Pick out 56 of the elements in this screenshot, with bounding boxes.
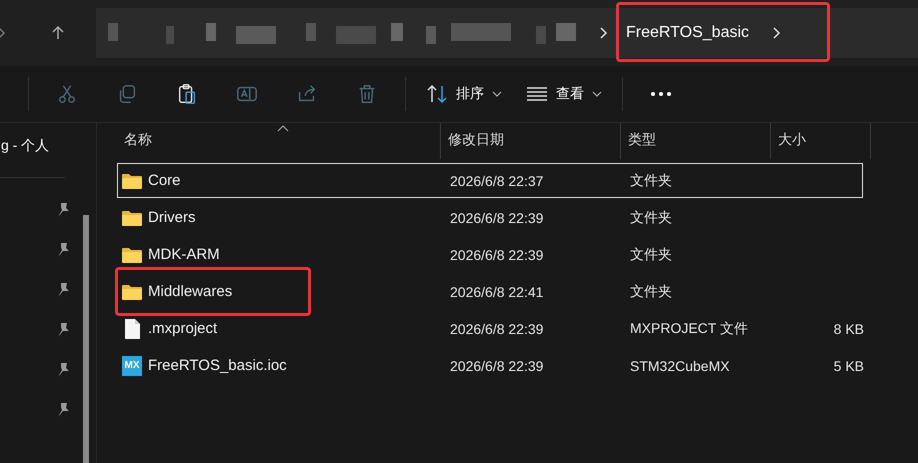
breadcrumb-item[interactable]: FreeRTOS_basic: [626, 24, 762, 42]
cubemx-icon: MX: [122, 356, 142, 376]
date-cell-text: 2026/6/8 22:39: [449, 358, 544, 374]
paste-icon: [176, 83, 198, 105]
date-cell-text: 2026/6/8 22:39: [449, 246, 544, 262]
pin-icon[interactable]: [56, 362, 70, 378]
file-name: MDK-ARM: [148, 246, 220, 263]
caret-icon: [592, 91, 602, 97]
file-name: FreeRTOS_basic.ioc: [148, 357, 287, 374]
file-row[interactable]: MDK-ARM 2026/6/8 22:39 文件夹: [117, 237, 863, 272]
column-header[interactable]: 类型: [621, 123, 771, 159]
sort-button[interactable]: 排序: [414, 74, 514, 114]
sort-caret-icon: [277, 125, 289, 132]
file-name: Middlewares: [148, 283, 232, 300]
pin-icon[interactable]: [56, 202, 70, 218]
date-cell-text: 2026/6/8 22:39: [449, 320, 544, 336]
pin-icon[interactable]: [56, 402, 70, 418]
column-header[interactable]: 修改日期: [441, 123, 621, 159]
folder-icon: [122, 210, 142, 226]
size-cell-text: 5 KB: [832, 358, 864, 374]
folder-icon: [122, 246, 142, 262]
file-row[interactable]: Core 2026/6/8 22:37 文件夹: [117, 163, 863, 198]
file-row[interactable]: Drivers 2026/6/8 22:39 文件夹: [117, 200, 863, 235]
cut-icon: [56, 83, 78, 105]
date-cell-text: 2026/6/8 22:37: [449, 172, 544, 188]
pin-icon[interactable]: [56, 242, 70, 258]
type-cell-text: 文件夹: [629, 208, 673, 226]
type-cell-text: 文件夹: [629, 246, 673, 264]
file-name: Core: [148, 172, 181, 189]
file-name: .mxproject: [148, 320, 218, 337]
folder-icon: [122, 284, 142, 300]
column-header[interactable]: 名称: [117, 123, 441, 159]
sidebar-item[interactable]: g - 个人: [1, 137, 50, 155]
type-cell-text: 文件夹: [629, 172, 673, 190]
file-icon: [122, 318, 142, 340]
caret-icon: [492, 91, 502, 97]
date-cell-text: 2026/6/8 22:39: [449, 210, 544, 226]
type-cell-text: MXPROJECT 文件: [629, 320, 749, 338]
file-row[interactable]: .mxproject 2026/6/8 22:39 MXPROJECT 文件 8 KB: [117, 311, 863, 346]
pin-icon[interactable]: [56, 282, 70, 298]
up-arrow-icon[interactable]: [50, 25, 66, 41]
column-header[interactable]: 大小: [771, 123, 871, 159]
type-cell-text: 文件夹: [629, 282, 673, 300]
folder-icon: [122, 172, 142, 188]
pin-icon[interactable]: [56, 322, 70, 338]
date-cell-text: 2026/6/8 22:41: [449, 284, 544, 300]
sort-icon: [426, 84, 448, 104]
scrollbar[interactable]: [83, 215, 89, 463]
type-cell-text: STM32CubeMX: [629, 358, 731, 374]
file-row[interactable]: Middlewares 2026/6/8 22:41 文件夹: [117, 274, 863, 309]
file-row[interactable]: MX FreeRTOS_basic.ioc 2026/6/8 22:39 STM32CubeMX 5 KB: [117, 348, 863, 383]
list-icon: [526, 86, 548, 102]
view-button[interactable]: 查看: [514, 74, 614, 114]
size-cell-text: 8 KB: [832, 320, 864, 336]
file-name: Drivers: [148, 209, 196, 226]
more-icon: [651, 92, 671, 96]
